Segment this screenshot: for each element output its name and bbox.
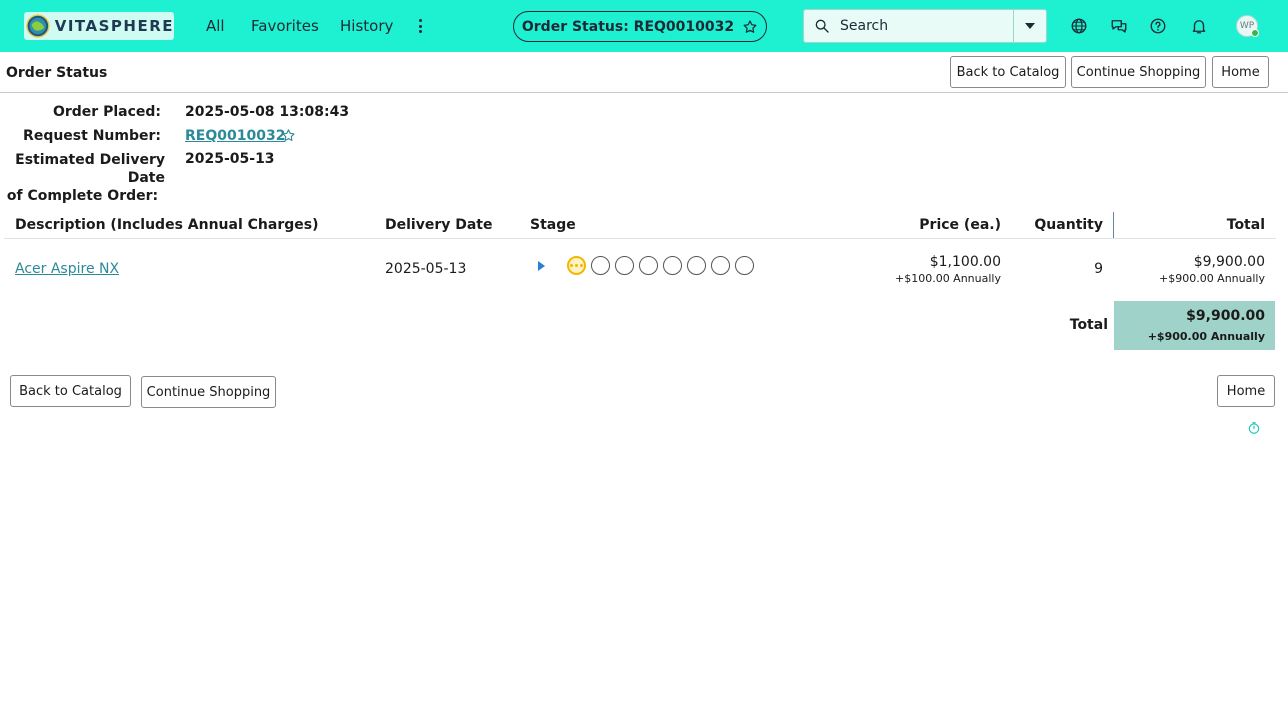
page-title: Order Status	[6, 65, 108, 81]
nav-history[interactable]: History	[340, 17, 393, 35]
grand-total-label: Total	[1069, 317, 1108, 333]
estimated-delivery-value: 2025-05-13	[185, 151, 275, 167]
order-placed-label: Order Placed:	[52, 104, 161, 120]
request-favorite-star-icon[interactable]	[281, 128, 296, 143]
nav-all[interactable]: All	[206, 17, 225, 35]
grand-total-box: $9,900.00 +$900.00 Annually	[1114, 301, 1275, 350]
home-button-bottom[interactable]: Home	[1217, 375, 1275, 407]
stopwatch-icon[interactable]	[1247, 421, 1261, 435]
globe-icon[interactable]	[1070, 17, 1088, 35]
globe-logo-icon	[26, 14, 50, 38]
request-number-link[interactable]: REQ0010032	[185, 128, 285, 144]
search-icon	[815, 19, 829, 33]
bell-icon[interactable]	[1190, 17, 1208, 35]
stage-pending-icon[interactable]	[615, 256, 634, 275]
column-header-price: Price (ea.)	[919, 217, 1001, 233]
context-title-pill: Order Status: REQ0010032	[513, 11, 767, 42]
request-number-label: Request Number:	[23, 128, 161, 144]
table-header-divider	[4, 238, 1276, 239]
grand-total-value: $9,900.00	[1186, 308, 1265, 324]
presence-status-dot	[1251, 29, 1259, 37]
brand-logo[interactable]: VITASPHERE	[24, 12, 174, 40]
estimated-delivery-label-line2: of Complete Order:	[6, 188, 159, 204]
search-scope-dropdown[interactable]	[1013, 10, 1046, 42]
stage-pending-icon[interactable]	[687, 256, 706, 275]
item-price: $1,100.00	[929, 254, 1001, 270]
stage-pending-icon[interactable]	[711, 256, 730, 275]
column-header-description: Description (Includes Annual Charges)	[15, 217, 319, 233]
stage-circles	[567, 256, 759, 275]
item-total-annual: +$900.00 Annually	[1158, 272, 1265, 285]
nav-favorites[interactable]: Favorites	[251, 17, 319, 35]
favorite-star-icon[interactable]	[742, 19, 758, 35]
estimated-delivery-label-line1: Estimated Delivery Date	[15, 152, 165, 186]
caret-down-icon	[1025, 23, 1035, 29]
expand-stage-caret-icon[interactable]	[538, 260, 545, 271]
column-resize-handle[interactable]	[1113, 212, 1114, 238]
home-button-top[interactable]: Home	[1212, 56, 1269, 88]
item-price-annual: +$100.00 Annually	[894, 272, 1001, 285]
column-header-stage: Stage	[530, 217, 576, 233]
search-input[interactable]	[840, 18, 1010, 34]
item-quantity: 9	[1094, 261, 1103, 277]
top-navigation-bar: VITASPHERE All Favorites History Order S…	[0, 0, 1288, 52]
user-avatar[interactable]: WP	[1236, 15, 1259, 37]
column-header-total: Total	[1226, 217, 1265, 233]
help-icon[interactable]	[1149, 17, 1167, 35]
global-search	[803, 9, 1047, 43]
item-description-link[interactable]: Acer Aspire NX	[15, 261, 119, 277]
stage-pending-icon[interactable]	[735, 256, 754, 275]
column-header-delivery-date: Delivery Date	[385, 217, 493, 233]
stage-pending-icon[interactable]	[663, 256, 682, 275]
stage-in-progress-icon[interactable]	[567, 256, 586, 275]
item-delivery-date: 2025-05-13	[385, 261, 467, 277]
stage-pending-icon[interactable]	[639, 256, 658, 275]
back-to-catalog-button-top[interactable]: Back to Catalog	[950, 56, 1066, 88]
chat-icon[interactable]	[1110, 17, 1128, 35]
stage-pending-icon[interactable]	[591, 256, 610, 275]
back-to-catalog-button-bottom[interactable]: Back to Catalog	[10, 375, 131, 407]
column-header-quantity: Quantity	[1034, 217, 1103, 233]
continue-shopping-button-bottom[interactable]: Continue Shopping	[141, 376, 276, 408]
context-title: Order Status: REQ0010032	[521, 18, 735, 35]
continue-shopping-button-top[interactable]: Continue Shopping	[1071, 56, 1206, 88]
stage-progress	[538, 256, 759, 275]
order-placed-value: 2025-05-08 13:08:43	[185, 104, 350, 120]
item-total: $9,900.00	[1193, 254, 1265, 270]
brand-name: VITASPHERE	[54, 17, 174, 35]
estimated-delivery-label: Estimated Delivery Date of Complete Orde…	[0, 151, 165, 205]
grand-total-annual: +$900.00 Annually	[1147, 330, 1265, 343]
more-menu-kebab-icon[interactable]	[414, 17, 426, 35]
